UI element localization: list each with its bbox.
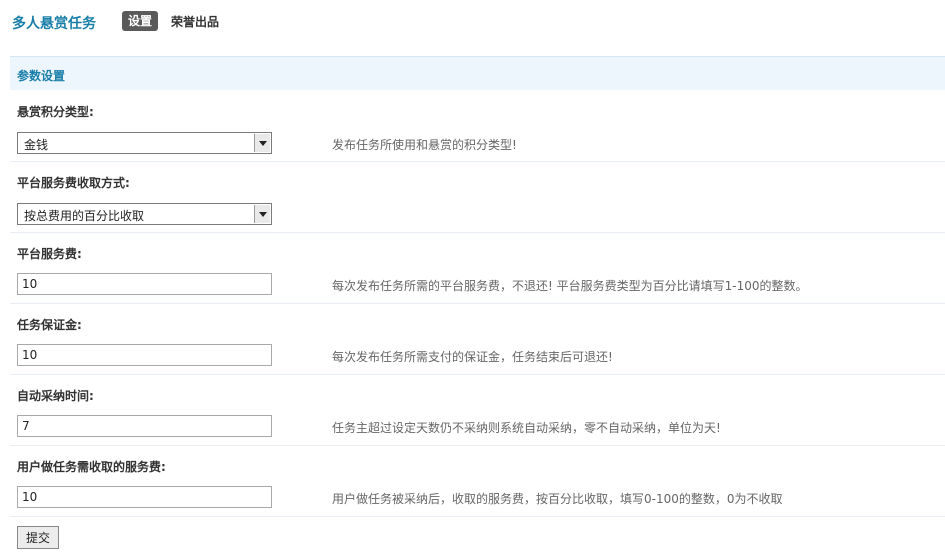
tab-settings[interactable]: 设置 [122,11,159,31]
user-service-fee-input[interactable] [17,486,272,508]
tab-credits[interactable]: 荣誉出品 [171,13,219,30]
section-title: 参数设置 [17,69,66,83]
submit-button[interactable]: 提交 [17,526,59,549]
field-label: 平台服务费: [17,247,82,261]
field-label: 悬赏积分类型: [17,105,94,119]
section-header: 参数设置 [10,56,945,90]
row-divider [10,445,945,446]
field-label: 用户做任务需收取的服务费: [17,460,166,474]
field-label: 自动采纳时间: [17,389,94,403]
platform-fee-input[interactable] [17,273,272,295]
auto-accept-days-input[interactable] [17,415,272,437]
chevron-down-icon[interactable] [254,134,270,152]
select-value: 金钱 [24,138,49,152]
app-title: 多人悬赏任务 [12,16,96,32]
field-label: 平台服务费收取方式: [17,176,130,190]
fee-method-select[interactable]: 按总费用的百分比收取 [17,203,272,225]
row-divider [10,516,945,517]
field-hint: 任务主超过设定天数仍不采纳则系统自动采纳，零不自动采纳，单位为天! [332,421,721,435]
field-hint: 每次发布任务所需支付的保证金，任务结束后可退还! [332,350,613,364]
row-divider [10,374,945,375]
chevron-down-icon[interactable] [254,205,270,223]
field-hint: 用户做任务被采纳后，收取的服务费，按百分比收取，填写0-100的整数，0为不收取 [332,492,783,506]
row-divider [10,161,945,162]
field-hint: 每次发布任务所需的平台服务费，不退还! 平台服务费类型为百分比请填写1-100的… [332,279,808,293]
row-divider [10,303,945,304]
deposit-input[interactable] [17,344,272,366]
points-type-select[interactable]: 金钱 [17,132,272,154]
field-label: 任务保证金: [17,318,82,332]
field-hint: 发布任务所使用和悬赏的积分类型! [332,138,517,152]
select-value: 按总费用的百分比收取 [24,209,145,223]
row-divider [10,232,945,233]
header: 多人悬赏任务 设置 荣誉出品 [0,0,945,45]
